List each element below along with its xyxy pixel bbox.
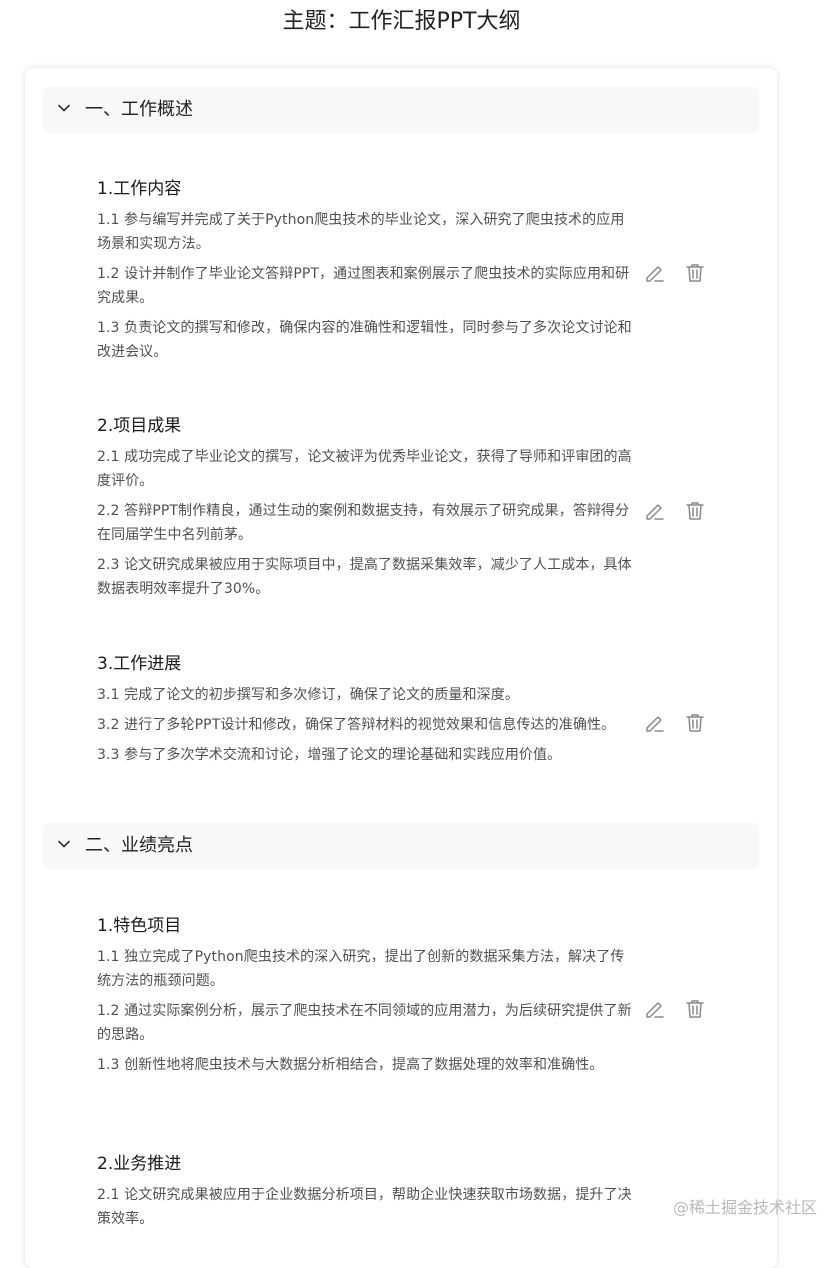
outline-card: 一、工作概述 1.工作内容 1.1 参与编写并完成了关于Python爬虫技术的毕… xyxy=(25,68,777,1268)
trash-icon[interactable] xyxy=(683,711,707,735)
outline-item: 1.工作内容 1.1 参与编写并完成了关于Python爬虫技术的毕业论文，深入研… xyxy=(97,177,637,370)
item-actions xyxy=(643,711,713,735)
pencil-icon[interactable] xyxy=(643,997,667,1021)
item-line: 2.3 论文研究成果被应用于实际项目中，提高了数据采集效率，减少了人工成本，具体… xyxy=(97,557,632,597)
item-line: 1.3 创新性地将爬虫技术与大数据分析相结合，提高了数据处理的效率和准确性。 xyxy=(97,1057,604,1073)
section-header-2[interactable]: 二、业绩亮点 xyxy=(43,823,759,869)
item-line: 1.1 参与编写并完成了关于Python爬虫技术的毕业论文，深入研究了爬虫技术的… xyxy=(97,212,625,252)
item-title: 1.工作内容 xyxy=(97,179,182,199)
trash-icon[interactable] xyxy=(683,997,707,1021)
pencil-icon[interactable] xyxy=(643,711,667,735)
outline-item: 3.工作进展 3.1 完成了论文的初步撰写和多次修订，确保了论文的质量和深度。 … xyxy=(97,652,637,773)
section-title: 二、业绩亮点 xyxy=(85,835,193,856)
trash-icon[interactable] xyxy=(683,499,707,523)
item-line: 3.1 完成了论文的初步撰写和多次修订，确保了论文的质量和深度。 xyxy=(97,687,519,703)
page-title: 主题：工作汇报PPT大纲 xyxy=(282,9,521,34)
item-line: 2.2 答辩PPT制作精良，通过生动的案例和数据支持，有效展示了研究成果，答辩得… xyxy=(97,503,630,543)
item-actions xyxy=(643,997,713,1021)
item-actions xyxy=(643,499,713,523)
pencil-icon[interactable] xyxy=(643,499,667,523)
watermark: @稀土掘金技术社区 xyxy=(672,1198,817,1217)
item-line: 1.1 独立完成了Python爬虫技术的深入研究，提出了创新的数据采集方法，解决… xyxy=(97,949,625,989)
item-actions xyxy=(643,261,713,285)
outline-item: 2.业务推进 2.1 论文研究成果被应用于企业数据分析项目，帮助企业快速获取市场… xyxy=(97,1152,637,1237)
chevron-down-icon[interactable] xyxy=(57,837,71,851)
section-title: 一、工作概述 xyxy=(85,99,193,120)
item-title: 2.业务推进 xyxy=(97,1154,182,1174)
outline-item: 1.特色项目 1.1 独立完成了Python爬虫技术的深入研究，提出了创新的数据… xyxy=(97,914,637,1083)
chevron-down-icon[interactable] xyxy=(57,101,71,115)
item-line: 1.2 通过实际案例分析，展示了爬虫技术在不同领域的应用潜力，为后续研究提供了新… xyxy=(97,1003,632,1043)
item-line: 2.1 论文研究成果被应用于企业数据分析项目，帮助企业快速获取市场数据，提升了决… xyxy=(97,1187,632,1227)
trash-icon[interactable] xyxy=(683,261,707,285)
item-line: 3.3 参与了多次学术交流和讨论，增强了论文的理论基础和实践应用价值。 xyxy=(97,747,562,763)
item-line: 2.1 成功完成了毕业论文的撰写，论文被评为优秀毕业论文，获得了导师和评审团的高… xyxy=(97,449,632,489)
item-line: 3.2 进行了多轮PPT设计和修改，确保了答辩材料的视觉效果和信息传达的准确性。 xyxy=(97,717,616,733)
item-line: 1.2 设计并制作了毕业论文答辩PPT，通过图表和案例展示了爬虫技术的实际应用和… xyxy=(97,266,630,306)
item-title: 2.项目成果 xyxy=(97,416,182,436)
outline-item: 2.项目成果 2.1 成功完成了毕业论文的撰写，论文被评为优秀毕业论文，获得了导… xyxy=(97,414,637,607)
section-header-1[interactable]: 一、工作概述 xyxy=(43,87,759,133)
item-title: 3.工作进展 xyxy=(97,654,182,674)
item-title: 1.特色项目 xyxy=(97,916,182,936)
pencil-icon[interactable] xyxy=(643,261,667,285)
item-line: 1.3 负责论文的撰写和修改，确保内容的准确性和逻辑性，同时参与了多次论文讨论和… xyxy=(97,320,632,360)
